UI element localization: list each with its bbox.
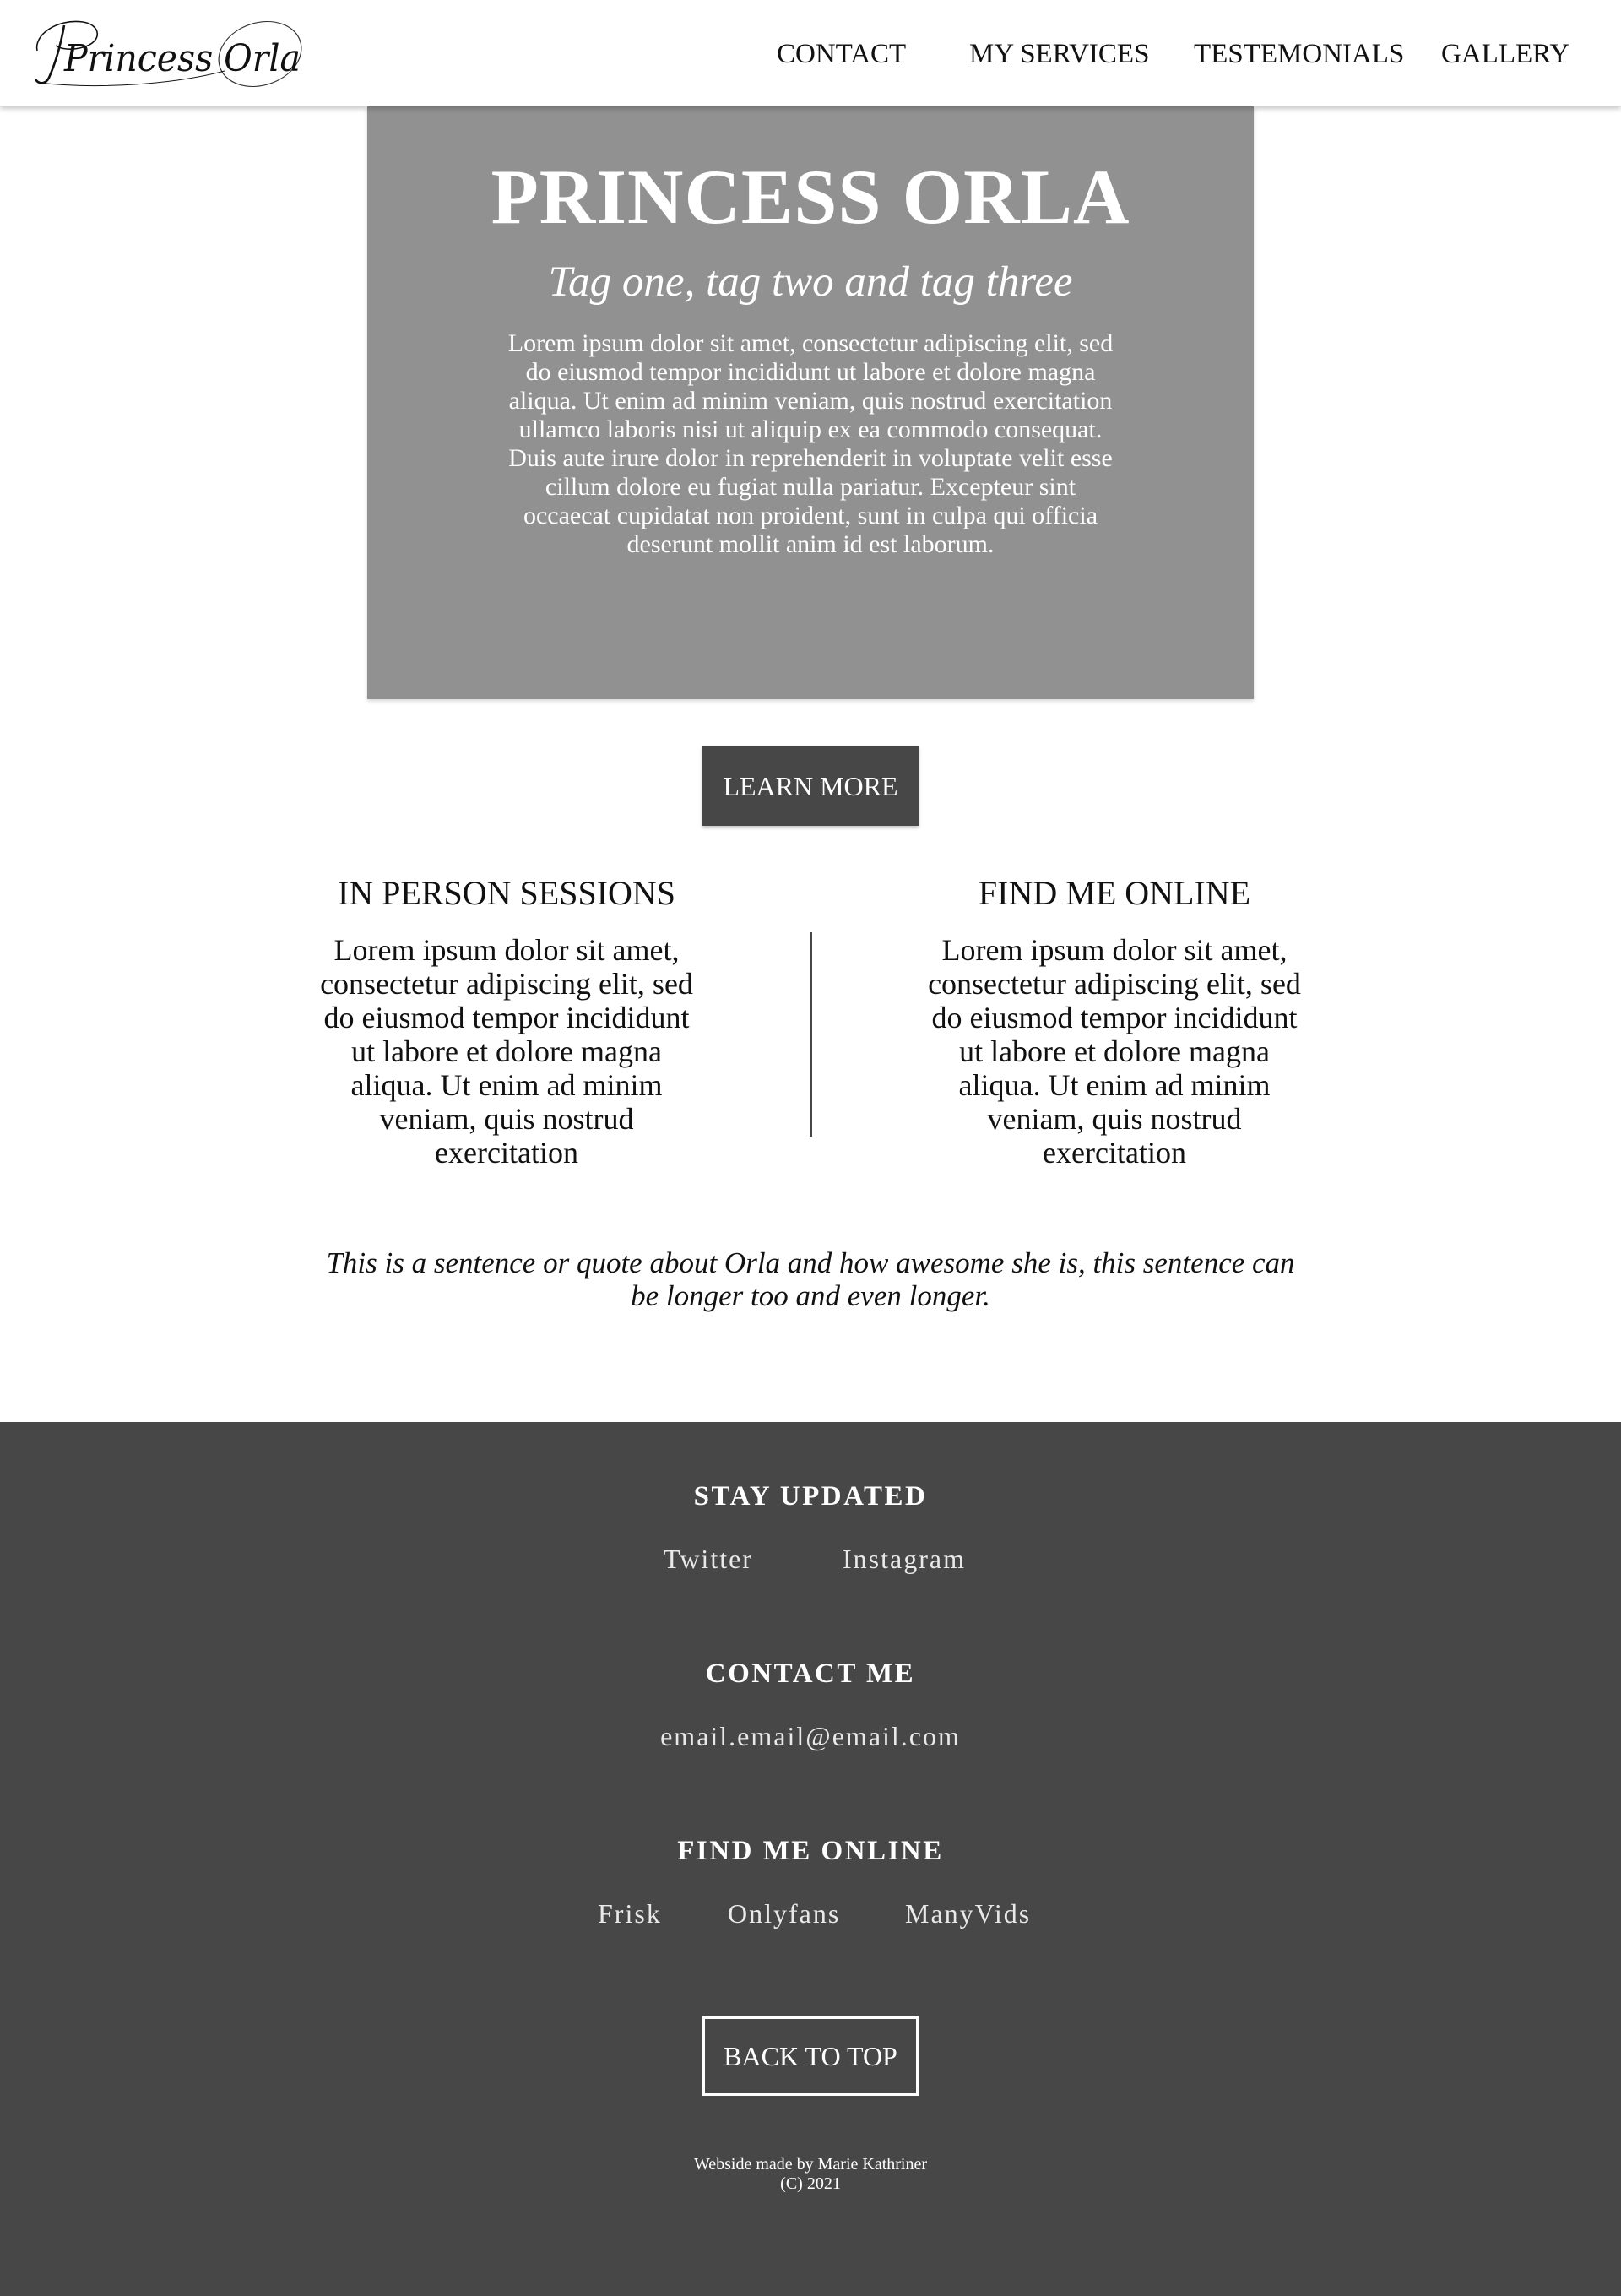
find-me-online-section: FIND ME ONLINE Lorem ipsum dolor sit ame… (903, 870, 1326, 1170)
frisk-link[interactable]: Frisk (598, 1897, 662, 1930)
online-platform-links: Frisk Onlyfans ManyVids (0, 1897, 1621, 1930)
nav-link-my-services[interactable]: MY SERVICES (969, 37, 1149, 71)
site-footer: STAY UPDATED Twitter Instagram CONTACT M… (0, 1422, 1621, 2296)
credits-author: Webside made by Marie Kathriner (693, 2155, 928, 2174)
top-navigation-bar: Princess Orla CONTACT MY SERVICES TESTEM… (0, 0, 1621, 106)
credits-copyright: (C) 2021 (780, 2174, 841, 2193)
instagram-link[interactable]: Instagram (843, 1542, 966, 1576)
learn-more-button[interactable]: LEARN MORE (702, 746, 919, 826)
hero-tagline: Tag one, tag two and tag three (548, 258, 1073, 306)
nav-link-testemonials[interactable]: TESTEMONIALS (1194, 37, 1404, 71)
hero-description: Lorem ipsum dolor sit amet, consectetur … (507, 329, 1114, 558)
find-me-online-heading: FIND ME ONLINE (978, 874, 1251, 912)
back-to-top-button[interactable]: BACK TO TOP (702, 2016, 919, 2096)
manyvids-link[interactable]: ManyVids (905, 1897, 1031, 1930)
social-links: Twitter Instagram (0, 1542, 1621, 1576)
testimonial-quote: This is a sentence or quote about Orla a… (326, 1246, 1295, 1312)
email-link[interactable]: email.email@email.com (0, 1719, 1621, 1753)
script-logo-graphic: Princess Orla (34, 20, 302, 88)
column-divider (810, 932, 812, 1137)
contact-row: email.email@email.com (0, 1719, 1621, 1753)
twitter-link[interactable]: Twitter (664, 1542, 753, 1576)
nav-link-gallery[interactable]: GALLERY (1441, 37, 1569, 71)
footer-find-me-online-heading: FIND ME ONLINE (677, 1836, 944, 1866)
brand-logo[interactable]: Princess Orla (30, 10, 309, 99)
nav-link-contact[interactable]: CONTACT (777, 37, 906, 71)
in-person-sessions-heading: IN PERSON SESSIONS (337, 874, 676, 912)
contact-me-heading: CONTACT ME (705, 1658, 916, 1689)
stay-updated-heading: STAY UPDATED (693, 1481, 928, 1512)
footer-credits: Webside made by Marie Kathriner (C) 2021 (0, 2155, 1621, 2194)
in-person-sessions-text: Lorem ipsum dolor sit amet, consectetur … (320, 933, 693, 1170)
onlyfans-link[interactable]: Onlyfans (728, 1897, 840, 1930)
logo-text: Princess Orla (63, 37, 301, 80)
find-me-online-text: Lorem ipsum dolor sit amet, consectetur … (928, 933, 1301, 1170)
in-person-sessions-section: IN PERSON SESSIONS Lorem ipsum dolor sit… (295, 870, 718, 1170)
hero-banner: PRINCESS ORLA Tag one, tag two and tag t… (367, 106, 1254, 699)
hero-title: PRINCESS ORLA (491, 154, 1130, 240)
